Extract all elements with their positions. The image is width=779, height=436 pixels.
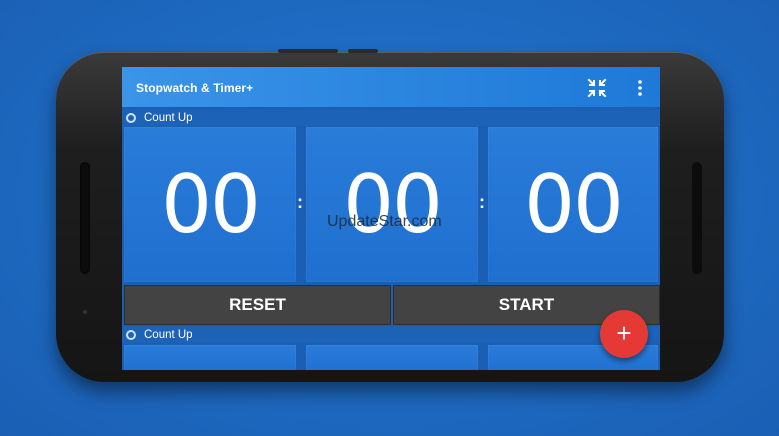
watermark-text: UpdateStar.com: [327, 213, 442, 230]
left-speaker: [80, 162, 90, 274]
minutes-value: 00: [343, 158, 443, 251]
reset-button[interactable]: RESET: [124, 285, 391, 325]
timer-2-hours-cell[interactable]: [124, 345, 296, 370]
colon-separator: :: [297, 192, 303, 212]
power-button: [348, 49, 378, 53]
compress-arrows-icon[interactable]: [587, 78, 607, 98]
seconds-value: 00: [524, 158, 624, 251]
app-bar: Stopwatch & Timer+: [122, 67, 660, 107]
app-screen: Stopwatch & Timer+ Count Up 00: 00: 00…: [122, 67, 660, 370]
proximity-sensor: [83, 310, 87, 314]
phone-frame: Stopwatch & Timer+ Count Up 00: 00: 00…: [56, 49, 724, 382]
add-icon: +: [616, 318, 632, 348]
right-speaker: [692, 162, 702, 274]
app-title: Stopwatch & Timer+: [136, 81, 254, 95]
timer-2-header[interactable]: Count Up: [122, 327, 660, 343]
more-vert-icon[interactable]: [632, 78, 648, 98]
mode-radio-icon[interactable]: [126, 330, 136, 340]
add-timer-button[interactable]: +: [600, 310, 648, 358]
minutes-cell[interactable]: 00: [306, 127, 478, 282]
timer-2-mode-label: Count Up: [144, 329, 193, 341]
hours-cell[interactable]: 00: [124, 127, 296, 282]
volume-button: [278, 49, 338, 53]
timer-1-mode-label: Count Up: [144, 112, 193, 124]
colon-separator: :: [479, 192, 485, 212]
timer-2-minutes-cell[interactable]: [306, 345, 478, 370]
seconds-cell[interactable]: 00: [488, 127, 658, 282]
mode-radio-icon[interactable]: [126, 113, 136, 123]
timer-1-header[interactable]: Count Up: [122, 110, 660, 126]
hours-value: 00: [161, 158, 261, 251]
